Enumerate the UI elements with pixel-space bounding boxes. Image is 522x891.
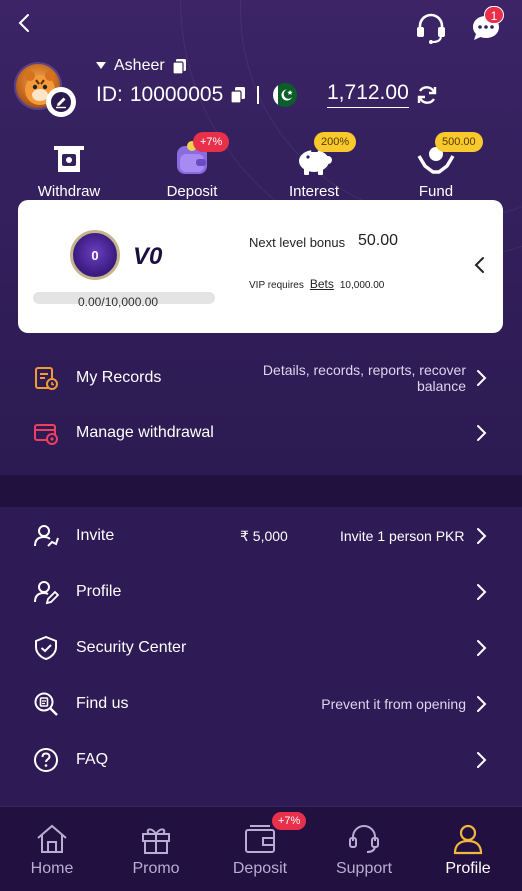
question-icon <box>32 746 60 774</box>
user-edit-icon <box>32 578 60 606</box>
menu-item-invite[interactable]: Invite ₹ 5,000 Invite 1 person PKR <box>0 510 522 562</box>
quick-action-label: Withdraw <box>37 183 101 200</box>
menu-label: FAQ <box>76 751 109 768</box>
copy-icon[interactable] <box>172 58 186 74</box>
bottom-tab-bar: Home Promo Deposit Support Profile <box>0 806 522 891</box>
menu-label: Profile <box>76 583 122 600</box>
headset-icon <box>417 13 445 44</box>
quick-action-fund[interactable]: Fund 500.00 <box>375 132 497 200</box>
deposit-tab-badge: +7% <box>272 812 307 830</box>
chat-unread-badge: 1 <box>484 6 504 24</box>
vip-details-button[interactable] <box>473 255 493 279</box>
wallet-balance[interactable]: 1,712.00 <box>327 81 409 108</box>
bets-link[interactable]: Bets <box>310 277 334 291</box>
user-id-row: ID: 10000005 <box>96 81 298 109</box>
vip-card[interactable]: 0 V0 0.00/10,000.00 Next level bonus 50.… <box>18 200 503 333</box>
menu-description: Prevent it from opening <box>321 696 466 712</box>
copy-id-icon[interactable] <box>231 87 246 103</box>
chevron-left-icon <box>474 257 484 273</box>
vip-requirement: VIP requires Bets 10,000.00 <box>249 277 384 291</box>
vip-level: V0 <box>133 243 163 270</box>
menu-label: Security Center <box>76 639 187 656</box>
next-level-label: Next level bonus <box>249 235 346 250</box>
chevron-right-icon <box>477 584 487 600</box>
chevron-right-icon <box>477 425 487 441</box>
chevron-left-icon <box>18 14 29 32</box>
gift-icon <box>138 821 174 857</box>
tab-promo[interactable]: Promo <box>104 807 208 891</box>
username: Asheer <box>114 57 165 74</box>
quick-action-label: Deposit <box>166 183 218 200</box>
vip-progress-text: 0.00/10,000.00 <box>78 295 159 309</box>
user-icon <box>450 821 486 857</box>
caret-down-icon[interactable] <box>96 62 106 70</box>
tab-support[interactable]: Support <box>312 807 416 891</box>
card-gear-icon <box>32 419 60 447</box>
quick-action-label: Interest <box>288 183 340 200</box>
vip-requires-value: 10,000.00 <box>339 280 385 291</box>
quick-action-withdraw[interactable]: Withdraw <box>8 139 130 200</box>
username-row: Asheer <box>96 56 186 76</box>
quick-action-label: Fund <box>418 183 454 200</box>
tab-profile[interactable]: Profile <box>416 807 520 891</box>
menu-item-profile[interactable]: Profile <box>0 566 522 618</box>
menu-label: Find us <box>76 695 129 712</box>
next-level-bonus: 50.00 <box>358 232 399 249</box>
vip-medal-value: 0 <box>91 247 99 263</box>
edit-avatar-button[interactable] <box>46 87 76 117</box>
invite-description: Invite 1 person PKR <box>340 528 465 544</box>
tab-label: Promo <box>132 860 180 877</box>
chevron-right-icon <box>477 370 487 386</box>
user-add-icon <box>32 522 60 550</box>
chevron-right-icon <box>477 528 487 544</box>
menu-label: Invite <box>76 527 115 544</box>
refresh-icon <box>417 86 437 104</box>
chevron-right-icon <box>477 640 487 656</box>
refresh-balance-button[interactable] <box>416 84 438 111</box>
menu-item-manage-withdrawal[interactable]: Manage withdrawal <box>0 407 522 459</box>
vip-requires-label: VIP requires <box>249 280 304 291</box>
records-icon <box>32 364 60 392</box>
pencil-icon <box>51 92 71 112</box>
profile-screen: 1 Asheer ID: 10000005 1,712.00 Withdraw … <box>0 0 522 891</box>
support-headset-button[interactable] <box>414 12 448 44</box>
pakistan-flag-icon <box>273 83 298 107</box>
tab-home[interactable]: Home <box>0 807 104 891</box>
section-divider <box>0 475 522 507</box>
withdraw-icon <box>49 139 89 179</box>
back-button[interactable] <box>12 10 36 36</box>
tab-label: Deposit <box>232 860 288 877</box>
deposit-bonus-badge: +7% <box>193 132 230 152</box>
home-icon <box>34 821 70 857</box>
menu-item-faq[interactable]: FAQ <box>0 734 522 786</box>
menu-label: Manage withdrawal <box>76 424 214 441</box>
menu-label: My Records <box>76 369 162 386</box>
tab-label: Support <box>335 860 393 877</box>
vip-medal: 0 <box>70 230 120 280</box>
invite-reward-amount: ₹ 5,000 <box>240 527 288 544</box>
quick-action-interest[interactable]: Interest 200% <box>253 132 375 200</box>
menu-description: Details, records, reports, recover balan… <box>262 362 466 394</box>
headset-icon <box>346 821 382 857</box>
chevron-right-icon <box>477 752 487 768</box>
menu-item-find-us[interactable]: Find us Prevent it from opening <box>0 678 522 730</box>
separator <box>257 86 260 104</box>
interest-rate-badge: 200% <box>314 132 357 152</box>
menu-item-my-records[interactable]: My Records Details, records, reports, re… <box>0 352 522 404</box>
menu-item-security-center[interactable]: Security Center <box>0 622 522 674</box>
shield-check-icon <box>32 634 60 662</box>
id-label: ID: <box>96 83 123 106</box>
search-doc-icon <box>32 690 60 718</box>
wallet-icon <box>242 821 278 857</box>
tab-label: Profile <box>445 860 491 877</box>
tab-label: Home <box>30 860 74 877</box>
chevron-right-icon <box>477 696 487 712</box>
quick-action-deposit[interactable]: Deposit +7% <box>131 132 253 200</box>
fund-amount-badge: 500.00 <box>435 132 483 152</box>
user-id-value: 10000005 <box>129 83 224 106</box>
